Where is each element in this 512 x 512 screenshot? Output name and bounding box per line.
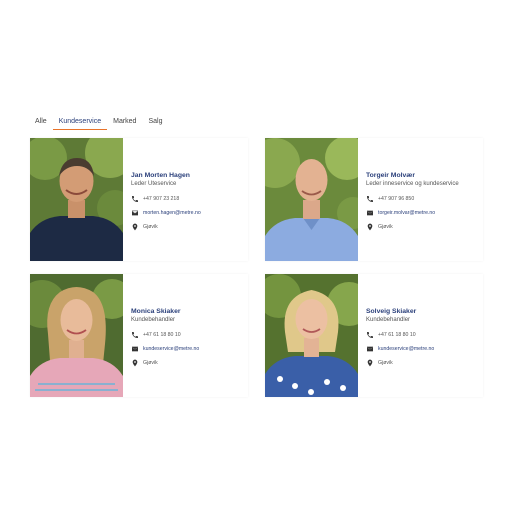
employee-photo [265,274,358,397]
employee-photo [265,138,358,261]
category-tabs: Alle Kundeservice Marked Salg [30,113,168,130]
employee-role: Kundebehandler [131,317,176,323]
employee-role: Leder inneservice og kundeservice [366,181,459,187]
phone-icon [131,331,139,339]
phone-row[interactable]: +47 61 18 80 10 [366,330,479,339]
phone-number: +47 61 18 80 10 [378,331,416,338]
email-address: kundeservice@metre.no [378,345,435,352]
employee-photo [30,138,123,261]
employee-card: Monica Skiaker Kundebehandler +47 61 18 … [30,274,248,397]
email-row[interactable]: morten.hagen@metre.no [131,208,244,217]
email-address: torgeir.molvar@metre.no [378,209,436,216]
location-row: Gjøvik [366,222,479,231]
email-icon [131,345,139,353]
phone-row[interactable]: +47 907 23 218 [131,194,244,203]
email-icon [366,209,374,217]
location-row: Gjøvik [131,358,244,367]
location: Gjøvik [143,223,158,230]
phone-row[interactable]: +47 907 96 850 [366,194,479,203]
employee-name: Solveig Skiaker [366,308,417,315]
employee-card: Solveig Skiaker Kundebehandler +47 61 18… [265,274,483,397]
tab-marked[interactable]: Marked [107,113,142,129]
email-address: morten.hagen@metre.no [143,209,201,216]
tab-alle[interactable]: Alle [30,113,53,129]
location-pin-icon [366,359,374,367]
phone-icon [131,195,139,203]
phone-row[interactable]: +47 61 18 80 10 [131,330,244,339]
email-row[interactable]: kundeservice@metre.no [131,344,244,353]
tab-kundeservice[interactable]: Kundeservice [52,113,108,130]
location-row: Gjøvik [366,358,479,367]
email-icon [131,209,139,217]
email-row[interactable]: torgeir.molvar@metre.no [366,208,479,217]
phone-icon [366,195,374,203]
location-pin-icon [131,223,139,231]
email-row[interactable]: kundeservice@metre.no [366,344,479,353]
phone-number: +47 907 96 850 [378,195,415,202]
phone-number: +47 61 18 80 10 [143,331,181,338]
employee-role: Leder Uteservice [131,181,177,187]
location-pin-icon [366,223,374,231]
location: Gjøvik [378,223,393,230]
employee-card: Jan Morten Hagen Leder Uteservice +47 90… [30,138,248,261]
location: Gjøvik [378,359,393,366]
tab-salg[interactable]: Salg [142,113,168,129]
employee-name: Monica Skiaker [131,308,181,315]
email-icon [366,345,374,353]
email-address: kundeservice@metre.no [143,345,200,352]
employee-name: Torgeir Molvær [366,172,415,179]
phone-icon [366,331,374,339]
employee-photo [30,274,123,397]
employee-card: Torgeir Molvær Leder inneservice og kund… [265,138,483,261]
location-row: Gjøvik [131,222,244,231]
phone-number: +47 907 23 218 [143,195,180,202]
location: Gjøvik [143,359,158,366]
location-pin-icon [131,359,139,367]
employee-name: Jan Morten Hagen [131,172,190,179]
employee-role: Kundebehandler [366,317,411,323]
